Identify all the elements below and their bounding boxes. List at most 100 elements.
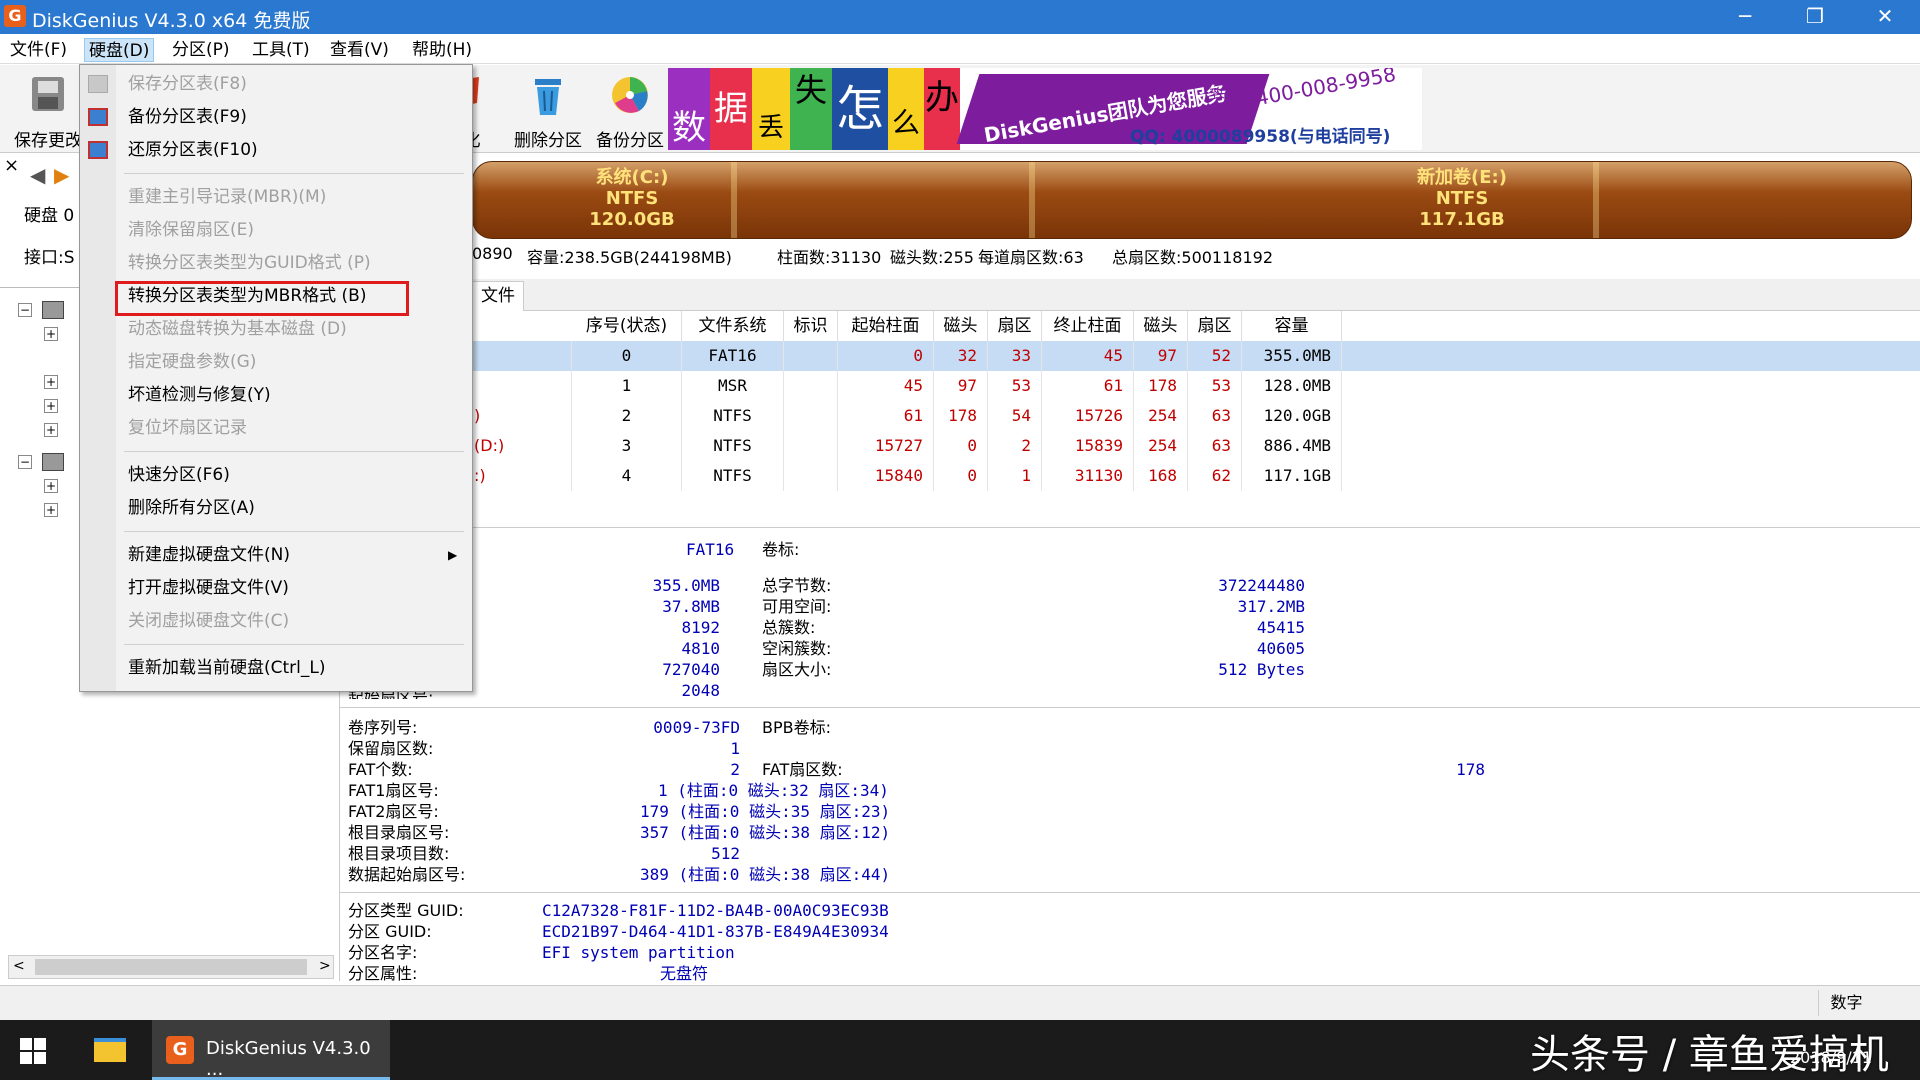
backup-partition-button[interactable]: 备份分区 — [588, 69, 672, 151]
menu-close-virtual-disk[interactable]: 关闭虚拟硬盘文件(C) — [80, 605, 472, 638]
banner-tile: 办 — [924, 68, 960, 150]
menu-reset-bad-sector-records[interactable]: 复位坏扇区记录 — [80, 412, 472, 445]
tree-expand-icon[interactable]: + — [44, 423, 58, 437]
menu-disk[interactable]: 硬盘(D) — [84, 38, 155, 62]
col-header-start-sector[interactable]: 扇区 — [988, 311, 1042, 341]
detail-label: 可用空间: — [762, 597, 832, 616]
col-header-end-head[interactable]: 磁头 — [1134, 311, 1188, 341]
window-title: DiskGenius V4.3.0 x64 免费版 — [32, 10, 311, 32]
banner-tile: 失 — [790, 68, 832, 150]
disk-dropdown-menu: 保存分区表(F8) 备份分区表(F9) 还原分区表(F10) 重建主引导记录(M… — [79, 64, 473, 692]
menu-open-virtual-disk[interactable]: 打开虚拟硬盘文件(V) — [80, 572, 472, 605]
row-start-head: 32 — [934, 341, 988, 371]
col-header-end-sector[interactable]: 扇区 — [1188, 311, 1242, 341]
tree-expand-icon[interactable]: + — [44, 399, 58, 413]
row-capacity: 355.0MB — [1242, 341, 1342, 371]
disk-label: 硬盘 0 — [24, 206, 75, 226]
horizontal-scrollbar[interactable]: < > — [8, 955, 334, 979]
tree-collapse-icon[interactable]: − — [18, 455, 32, 469]
partition-e-size: 117.1GB — [1419, 209, 1505, 230]
table-row[interactable]: (D:) 3 NTFS 15727 0 2 15839 254 63 886.4… — [340, 431, 1920, 461]
save-changes-button[interactable]: 保存更改 — [8, 69, 88, 151]
row-start-head: 178 — [934, 401, 988, 431]
windows-start-icon[interactable] — [20, 1038, 46, 1064]
scroll-left-icon[interactable]: < — [13, 958, 25, 974]
maximize-button[interactable]: ❐ — [1780, 0, 1850, 34]
menu-backup-partition-table[interactable]: 备份分区表(F9) — [80, 101, 472, 134]
menu-new-virtual-disk[interactable]: 新建虚拟硬盘文件(N) ▶ — [80, 539, 472, 572]
scroll-right-icon[interactable]: > — [319, 958, 331, 974]
table-row[interactable]: ) 2 NTFS 61 178 54 15726 254 63 120.0GB — [340, 401, 1920, 431]
disk-heads: 磁头数:255 — [890, 248, 974, 267]
row-end-sector: 62 — [1188, 461, 1242, 491]
tree-expand-icon[interactable]: + — [44, 327, 58, 341]
back-arrow-icon[interactable]: ◀ — [30, 163, 45, 187]
row-end-head: 254 — [1134, 401, 1188, 431]
menu-rebuild-mbr[interactable]: 重建主引导记录(MBR)(M) — [80, 181, 472, 214]
taskbar-app-diskgenius[interactable]: G DiskGenius V4.3.0 ... — [152, 1020, 390, 1080]
save-disk-icon — [32, 77, 64, 111]
col-header-end-cyl[interactable]: 终止柱面 — [1042, 311, 1134, 341]
menu-item-label: 还原分区表(F10) — [128, 140, 258, 160]
forward-arrow-icon[interactable]: ▶ — [54, 163, 69, 187]
menu-reload-disk[interactable]: 重新加载当前硬盘(Ctrl_L) — [80, 652, 472, 685]
row-end-cyl: 31130 — [1042, 461, 1134, 491]
promo-banner[interactable]: 数 据 丢 失 怎 么 办 DiskGenius团队为您服务 致电: 400-0… — [668, 68, 1422, 150]
menu-quick-partition[interactable]: 快速分区(F6) — [80, 459, 472, 492]
partition-c-block[interactable]: 系统(C:) NTFS 120.0GB — [532, 167, 732, 230]
tab-browse-files[interactable]: 文件 — [472, 281, 524, 311]
col-header-fs[interactable]: 文件系统 — [682, 311, 784, 341]
detail-value: 37.8MB — [662, 597, 720, 616]
menu-convert-to-guid[interactable]: 转换分区表类型为GUID格式 (P) — [80, 247, 472, 280]
col-header-capacity[interactable]: 容量 — [1242, 311, 1342, 341]
menu-restore-partition-table[interactable]: 还原分区表(F10) — [80, 134, 472, 167]
menu-dynamic-to-basic[interactable]: 动态磁盘转换为基本磁盘 (D) — [80, 313, 472, 346]
row-end-sector: 63 — [1188, 401, 1242, 431]
menu-item-label: 快速分区(F6) — [128, 465, 230, 485]
table-row[interactable]: 0 FAT16 0 32 33 45 97 52 355.0MB — [340, 341, 1920, 371]
menu-bad-sector-check[interactable]: 坏道检测与修复(Y) — [80, 379, 472, 412]
row-fs: NTFS — [682, 431, 784, 461]
partition-e-name: 新加卷(E:) — [1417, 167, 1507, 188]
file-explorer-icon[interactable] — [94, 1038, 126, 1062]
row-start-sector: 2 — [988, 431, 1042, 461]
menu-item-label: 坏道检测与修复(Y) — [128, 385, 271, 405]
tree-expand-icon[interactable]: + — [44, 503, 58, 517]
menu-delete-all-partitions[interactable]: 删除所有分区(A) — [80, 492, 472, 525]
table-row[interactable]: 1 MSR 45 97 53 61 178 53 128.0MB — [340, 371, 1920, 401]
disk-model-partial: 0890 — [472, 244, 513, 263]
col-header-start-cyl[interactable]: 起始柱面 — [838, 311, 934, 341]
menu-tools[interactable]: 工具(T) — [248, 38, 314, 62]
menu-separator — [124, 173, 464, 174]
tree-expand-icon[interactable]: + — [44, 479, 58, 493]
menu-file[interactable]: 文件(F) — [6, 38, 71, 62]
scroll-thumb[interactable] — [35, 959, 307, 975]
col-header-index[interactable]: 序号(状态) — [572, 311, 682, 341]
bpb-label: 根目录项目数: — [348, 844, 450, 863]
col-header-start-head[interactable]: 磁头 — [934, 311, 988, 341]
partition-divider — [1029, 162, 1035, 238]
minimize-button[interactable]: ─ — [1710, 0, 1780, 34]
bpb-value: 1 (柱面:0 磁头:32 扇区:34) — [658, 781, 889, 800]
bpb-label: FAT2扇区号: — [348, 802, 439, 821]
col-header-id[interactable]: 标识 — [784, 311, 838, 341]
menu-item-label: 重新加载当前硬盘(Ctrl_L) — [128, 658, 326, 678]
menu-help[interactable]: 帮助(H) — [408, 38, 476, 62]
menu-save-partition-table[interactable]: 保存分区表(F8) — [80, 68, 472, 101]
tree-collapse-icon[interactable]: − — [18, 303, 32, 317]
disk-total-sectors: 总扇区数:500118192 — [1112, 248, 1274, 267]
menu-specify-disk-params[interactable]: 指定硬盘参数(G) — [80, 346, 472, 379]
row-index: 4 — [572, 461, 682, 491]
menu-clear-reserved-sectors[interactable]: 清除保留扇区(E) — [80, 214, 472, 247]
delete-partition-button[interactable]: 删除分区 — [506, 69, 590, 151]
menu-partition[interactable]: 分区(P) — [168, 38, 234, 62]
tree-expand-icon[interactable]: + — [44, 375, 58, 389]
partition-e-block[interactable]: 新加卷(E:) NTFS 117.1GB — [1352, 167, 1572, 230]
close-panel-icon[interactable]: × — [4, 155, 19, 176]
row-fs: MSR — [682, 371, 784, 401]
guid-label: 分区类型 GUID: — [348, 901, 464, 920]
detail-value: 355.0MB — [652, 576, 720, 595]
close-button[interactable]: ✕ — [1850, 0, 1920, 34]
menu-view[interactable]: 查看(V) — [326, 38, 393, 62]
table-row[interactable]: :) 4 NTFS 15840 0 1 31130 168 62 117.1GB — [340, 461, 1920, 491]
